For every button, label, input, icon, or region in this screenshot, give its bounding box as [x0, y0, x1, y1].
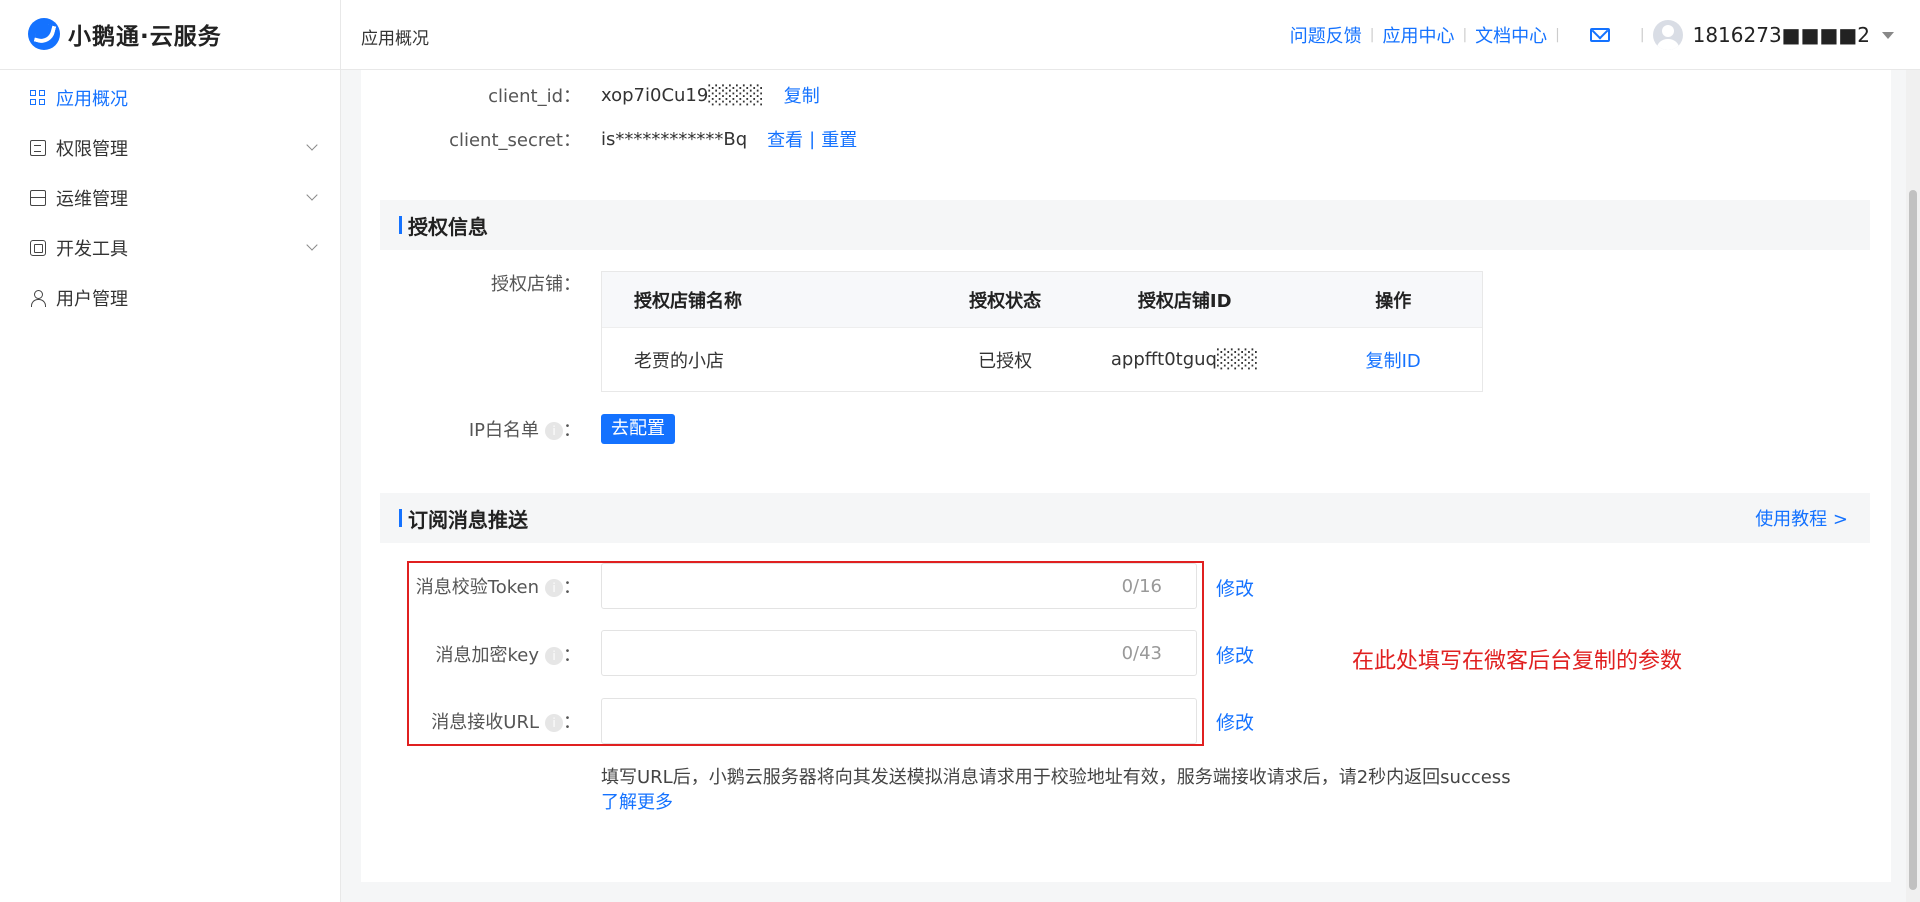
column-header: 授权店铺ID — [1137, 290, 1232, 312]
learn-more-link[interactable]: 了解更多 — [601, 790, 1511, 815]
configure-ip-button[interactable]: 去配置 — [601, 414, 675, 444]
scrollbar[interactable] — [1906, 70, 1920, 902]
url-tip: 填写URL后，小鹅云服务器将向其发送模拟消息请求用于校验地址有效，服务端接收请求… — [601, 765, 1511, 815]
key-counter: 0/43 — [1121, 643, 1162, 664]
url-label: 消息接收URL i： — [431, 712, 581, 733]
shop-table: 授权店铺名称 授权状态 授权店铺ID 操作 老贾的小店 已授权 appfft0t… — [601, 271, 1483, 392]
user-icon — [30, 290, 46, 307]
token-label-row: 消息校验Token i： — [361, 571, 581, 601]
copy-client-id-link[interactable]: 复制 — [784, 82, 820, 108]
ip-whitelist-label: IP白名单 i： — [468, 420, 581, 441]
feedback-link[interactable]: 问题反馈 — [1290, 22, 1362, 48]
url-input[interactable] — [602, 699, 1196, 743]
column-header: 操作 — [1375, 290, 1412, 312]
chevron-down-icon — [306, 139, 318, 151]
toolbox-icon — [30, 240, 46, 256]
edit-token-link[interactable]: 修改 — [1216, 574, 1254, 601]
client-secret-row: client_secret： is************Bq 查看 | 重置 — [361, 124, 857, 154]
token-input[interactable] — [602, 564, 1196, 608]
tip-text: 填写URL后，小鹅云服务器将向其发送模拟消息请求用于校验地址有效，服务端接收请求… — [601, 767, 1511, 788]
sidebar-item-label: 开发工具 — [56, 239, 128, 260]
mail-icon[interactable] — [1589, 28, 1610, 42]
auth-section-header: 授权信息 — [380, 200, 1870, 250]
edit-url-link[interactable]: 修改 — [1216, 708, 1254, 735]
app-center-link[interactable]: 应用中心 — [1382, 22, 1454, 48]
key-label-row: 消息加密key i： — [361, 639, 581, 669]
sidebar-item-label: 用户管理 — [56, 289, 128, 310]
brand-icon — [28, 18, 60, 50]
docs-center-link[interactable]: 文档中心 — [1475, 22, 1547, 48]
section-title: 订阅消息推送 — [408, 507, 528, 532]
column-header: 授权状态 — [969, 290, 1042, 312]
key-input[interactable] — [602, 631, 1196, 675]
sidebar-item-users[interactable]: 用户管理 — [30, 278, 316, 318]
info-icon[interactable]: i — [545, 647, 563, 665]
info-icon[interactable]: i — [545, 422, 563, 440]
brand-logo[interactable]: 小鹅通·云服务 — [28, 16, 222, 52]
grid-icon — [30, 90, 46, 106]
sidebar-item-operations[interactable]: 运维管理 — [29, 178, 318, 218]
token-counter: 0/16 — [1121, 576, 1162, 597]
sidebar-item-app-overview[interactable]: 应用概况 — [30, 78, 316, 118]
header-actions: 问题反馈 | 应用中心 | 文档中心 | | 1816273■■■■2 — [1290, 0, 1920, 70]
key-label: 消息加密key i： — [435, 645, 581, 666]
page-title: 应用概况 — [361, 29, 429, 49]
annotation-text: 在此处填写在微客后台复制的参数 — [1352, 649, 1683, 674]
push-section-header: 订阅消息推送 使用教程 > — [380, 493, 1870, 543]
chevron-down-icon — [306, 189, 318, 201]
avatar[interactable] — [1652, 20, 1683, 50]
scrollbar-thumb[interactable] — [1909, 190, 1917, 890]
info-icon[interactable]: i — [545, 579, 563, 597]
client-secret-label: client_secret： — [449, 130, 581, 151]
edit-key-link[interactable]: 修改 — [1216, 641, 1254, 668]
client-secret-value: is************Bq — [601, 128, 748, 150]
column-header: 授权店铺名称 — [634, 290, 742, 312]
auth-status: 已授权 — [978, 350, 1033, 372]
top-header: 小鹅通·云服务 应用概况 问题反馈 | 应用中心 | 文档中心 | | 1816… — [0, 0, 1920, 70]
link-divider: | — [809, 128, 816, 150]
user-name[interactable]: 1816273■■■■2 — [1693, 23, 1870, 47]
sidebar-item-label: 运维管理 — [56, 189, 128, 210]
table-row: 老贾的小店 已授权 appfft0tguq░░░ 复制ID — [602, 327, 1482, 391]
chevron-down-icon — [306, 239, 318, 251]
caret-down-icon[interactable] — [1882, 31, 1894, 39]
document-icon — [30, 140, 46, 156]
tutorial-link[interactable]: 使用教程 > — [1755, 505, 1848, 531]
section-marker — [399, 509, 402, 527]
info-icon[interactable]: i — [545, 714, 563, 732]
shop-label: 授权店铺： — [491, 274, 581, 295]
section-marker — [399, 216, 402, 234]
section-title: 授权信息 — [408, 214, 488, 239]
client-id-row: client_id： xop7i0Cu19░░░░ 复制 — [361, 80, 820, 110]
key-input-box[interactable]: 0/43 — [601, 630, 1197, 676]
shop-id: appfft0tguq░░░ — [1110, 349, 1259, 370]
sidebar-item-permissions[interactable]: 权限管理 — [30, 128, 318, 168]
brand-name: 小鹅通·云服务 — [68, 24, 222, 50]
sidebar: 应用概况 权限管理 运维管理 开发工具 用户管理 — [0, 70, 341, 902]
shop-name: 老贾的小店 — [634, 350, 724, 372]
view-secret-link[interactable]: 查看 — [767, 126, 803, 152]
sidebar-item-label: 权限管理 — [56, 139, 128, 160]
client-id-label: client_id： — [488, 86, 581, 107]
server-icon — [29, 190, 46, 206]
main-content — [361, 70, 1891, 882]
reset-secret-link[interactable]: 重置 — [821, 126, 857, 152]
sidebar-item-dev-tools[interactable]: 开发工具 — [30, 228, 318, 268]
table-header: 授权店铺名称 授权状态 授权店铺ID 操作 — [602, 272, 1482, 327]
ip-whitelist-row: IP白名单 i： 去配置 — [361, 413, 675, 445]
header-divider — [340, 0, 341, 70]
url-input-box[interactable] — [601, 698, 1197, 744]
token-input-box[interactable]: 0/16 — [601, 563, 1197, 609]
token-label: 消息校验Token i： — [415, 577, 581, 598]
sidebar-item-label: 应用概况 — [56, 89, 128, 110]
shop-label-row: 授权店铺： — [361, 268, 581, 298]
copy-shop-id-link[interactable]: 复制ID — [1304, 347, 1482, 373]
url-label-row: 消息接收URL i： — [361, 706, 581, 736]
client-id-value: xop7i0Cu19░░░░ — [601, 84, 764, 106]
